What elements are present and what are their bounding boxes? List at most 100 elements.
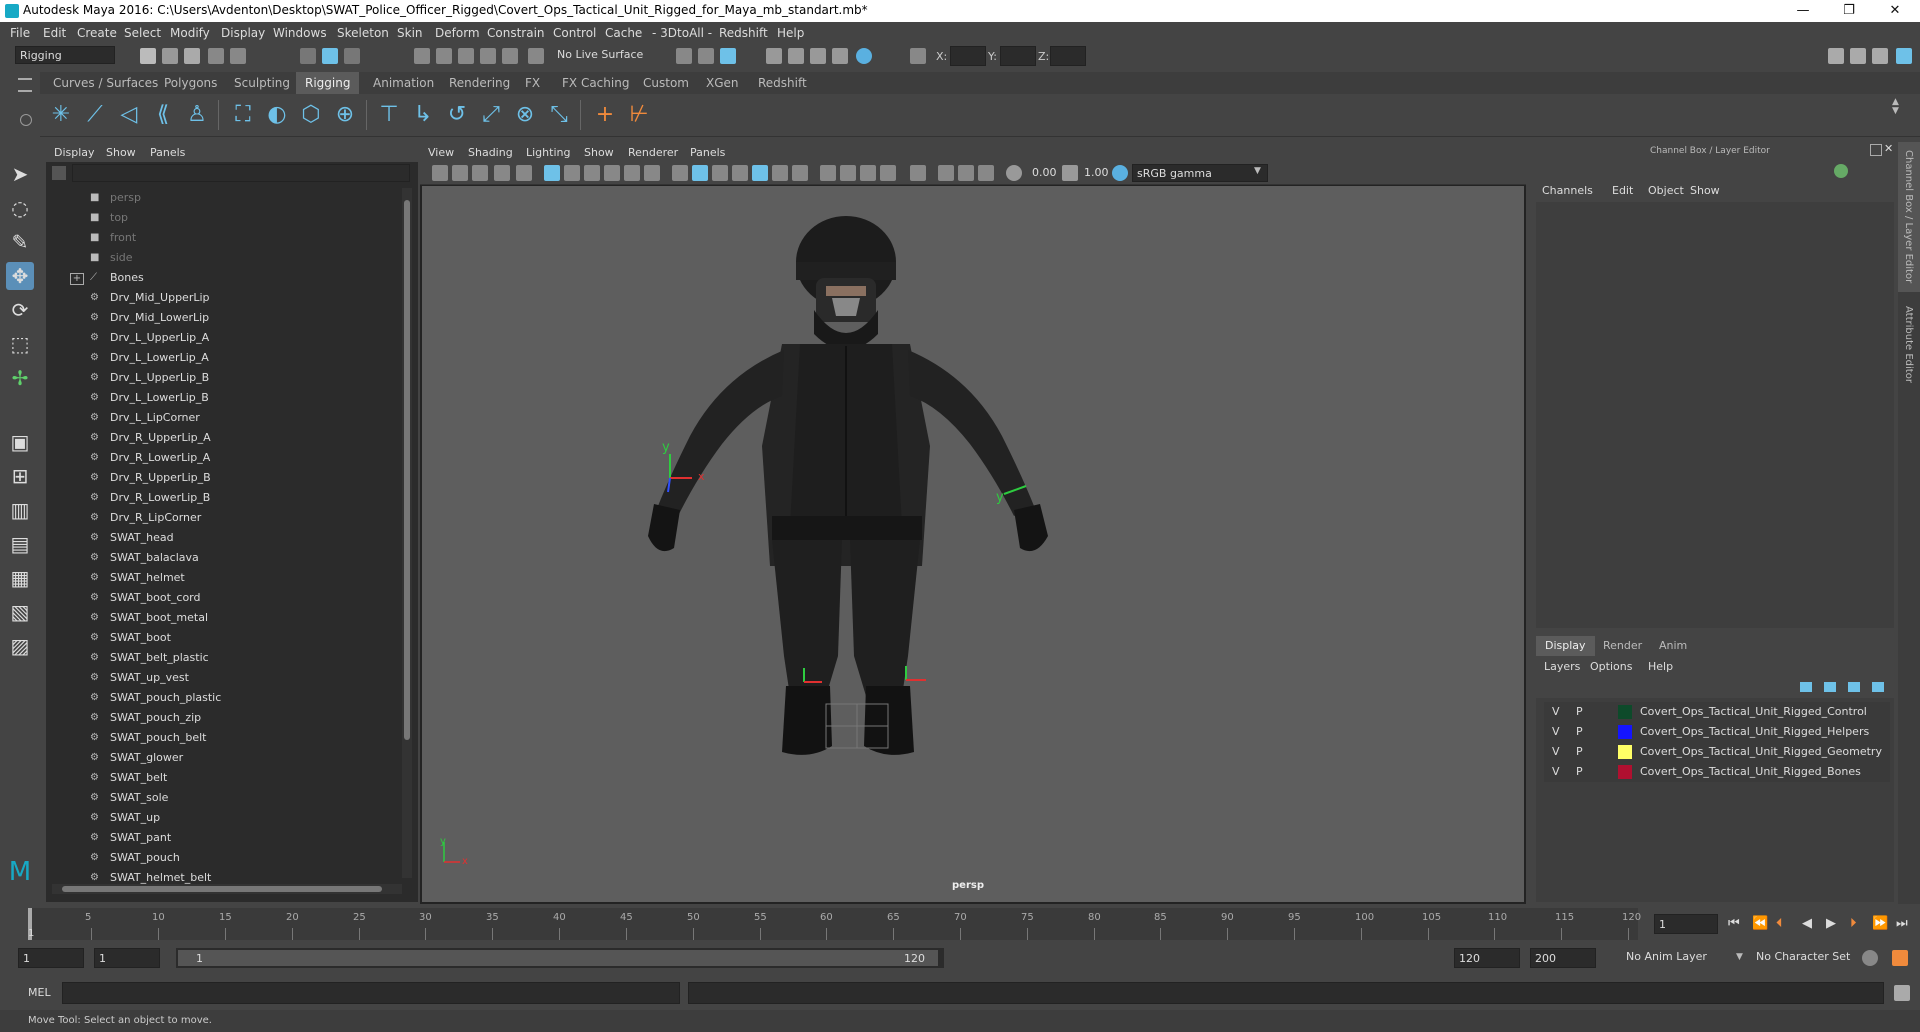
- ik-spline-icon[interactable]: ◁: [116, 102, 142, 128]
- outliner-menu-display[interactable]: Display: [54, 146, 95, 159]
- outliner-item[interactable]: ⚙ SWAT_sole: [46, 788, 401, 808]
- shelf-menu-icon[interactable]: [18, 78, 32, 92]
- character-set-dropdown[interactable]: No Character Set: [1752, 948, 1878, 968]
- field-chart-icon[interactable]: [624, 165, 640, 181]
- anim-layer-dropdown[interactable]: No Anim Layer: [1622, 948, 1748, 968]
- outliner-item[interactable]: ⚙ SWAT_head: [46, 528, 401, 548]
- use-default-material-icon[interactable]: [712, 165, 728, 181]
- go-to-end-icon[interactable]: ⏭: [1896, 916, 1908, 931]
- menu-windows[interactable]: Windows: [273, 26, 327, 40]
- ik-handle-icon[interactable]: ⟋: [82, 102, 108, 128]
- tab-animation[interactable]: Animation: [364, 72, 443, 94]
- bind-skin-icon[interactable]: ⛶: [230, 102, 256, 128]
- menu-3dtoall[interactable]: - 3DtoAll -: [652, 26, 712, 40]
- tab-redshift[interactable]: Redshift: [749, 72, 816, 94]
- viewport-menu-panels[interactable]: Panels: [690, 146, 725, 159]
- motion-blur-icon[interactable]: [840, 165, 856, 181]
- outliner-item[interactable]: + ⟋ Bones: [46, 268, 401, 288]
- tab-rigging[interactable]: Rigging: [296, 72, 360, 94]
- outliner-item[interactable]: ■ side: [46, 248, 401, 268]
- bookmark-icon[interactable]: [472, 165, 488, 181]
- step-forward-icon[interactable]: ⏩: [1872, 916, 1888, 931]
- viewport-canvas[interactable]: y x y y x persp: [422, 186, 1524, 902]
- joint-tool-icon[interactable]: ✳: [48, 102, 74, 128]
- outliner-item[interactable]: ⚙ Drv_Mid_UpperLip: [46, 288, 401, 308]
- xray-joints-icon[interactable]: [958, 165, 974, 181]
- select-tool-icon[interactable]: ➤: [6, 160, 34, 188]
- outliner-item[interactable]: ⚙ SWAT_pouch_belt: [46, 728, 401, 748]
- snap-surface-icon[interactable]: [502, 48, 518, 64]
- safe-action-icon[interactable]: [644, 165, 660, 181]
- outliner-item[interactable]: ⚙ Drv_L_LowerLip_B: [46, 388, 401, 408]
- step-forward-key-icon[interactable]: ⏵: [1850, 916, 1857, 931]
- float-panel-icon[interactable]: [1870, 144, 1882, 156]
- smooth-shade-icon[interactable]: [692, 165, 708, 181]
- graph-layout-icon[interactable]: ▦: [6, 564, 34, 592]
- close-panel-icon[interactable]: ✕: [1884, 142, 1893, 155]
- outliner-item[interactable]: ■ front: [46, 228, 401, 248]
- layer-color-swatch[interactable]: [1618, 765, 1632, 779]
- auto-key-icon[interactable]: [1862, 950, 1878, 966]
- outliner-item[interactable]: ■ top: [46, 208, 401, 228]
- scale-constraint-icon[interactable]: ⤢: [478, 102, 504, 128]
- snap-view-icon[interactable]: [480, 48, 496, 64]
- menuset-dropdown[interactable]: Rigging: [15, 46, 115, 64]
- step-back-key-icon[interactable]: ⏴: [1776, 916, 1783, 931]
- outliner-scrollbar[interactable]: [402, 188, 412, 878]
- menu-cache[interactable]: Cache: [605, 26, 642, 40]
- exposure-icon[interactable]: [1006, 165, 1022, 181]
- playback-end-field[interactable]: 120: [1454, 948, 1520, 968]
- menu-modify[interactable]: Modify: [170, 26, 210, 40]
- input-ops-icon[interactable]: [676, 48, 692, 64]
- humanik-icon[interactable]: ♙: [184, 102, 210, 128]
- menu-constrain[interactable]: Constrain: [487, 26, 545, 40]
- viewport-menu-view[interactable]: View: [428, 146, 454, 159]
- layer-color-swatch[interactable]: [1618, 745, 1632, 759]
- single-pane-layout-icon[interactable]: ▣: [6, 428, 34, 456]
- new-layer-icon[interactable]: [1848, 682, 1860, 692]
- current-frame-field[interactable]: 1: [1654, 914, 1718, 934]
- resolution-gate-icon[interactable]: [584, 165, 600, 181]
- mirror-joint-icon[interactable]: ⟪: [150, 102, 176, 128]
- new-layer-selected-icon[interactable]: [1872, 682, 1884, 692]
- isolate-select-icon[interactable]: [910, 165, 926, 181]
- outliner-item[interactable]: ⚙ Drv_L_LowerLip_A: [46, 348, 401, 368]
- channel-box-area[interactable]: [1536, 202, 1894, 628]
- paint-weights-icon[interactable]: ◐: [264, 102, 290, 128]
- textured-icon[interactable]: [752, 165, 768, 181]
- locator-icon[interactable]: +: [592, 102, 618, 128]
- cluster-icon[interactable]: ⊕: [332, 102, 358, 128]
- side-by-side-layout-icon[interactable]: ▥: [6, 496, 34, 524]
- move-tool-icon[interactable]: ✥: [6, 262, 34, 290]
- minimize-button[interactable]: —: [1780, 1, 1826, 21]
- range-slider-handle[interactable]: [178, 950, 938, 966]
- layer-menu-layers[interactable]: Layers: [1544, 660, 1580, 673]
- depth-of-field-icon[interactable]: [880, 165, 896, 181]
- tool-settings-toggle-icon[interactable]: [1872, 48, 1888, 64]
- outliner-item[interactable]: ⚙ SWAT_glower: [46, 748, 401, 768]
- point-constraint-icon[interactable]: ↳: [410, 102, 436, 128]
- layer-tab-display[interactable]: Display: [1536, 636, 1595, 656]
- menu-deform[interactable]: Deform: [435, 26, 480, 40]
- custom-layout-icon[interactable]: ▨: [6, 632, 34, 660]
- tab-polygons[interactable]: Polygons: [155, 72, 226, 94]
- outliner-item[interactable]: ⚙ SWAT_boot: [46, 628, 401, 648]
- outliner-item[interactable]: ⚙ Drv_R_LowerLip_A: [46, 448, 401, 468]
- live-surface-icon[interactable]: [528, 48, 544, 64]
- mel-label[interactable]: MEL: [28, 986, 51, 999]
- layer-tab-anim[interactable]: Anim: [1650, 636, 1696, 656]
- save-scene-icon[interactable]: [184, 48, 200, 64]
- outliner-item[interactable]: ⚙ SWAT_belt: [46, 768, 401, 788]
- render-frame-icon[interactable]: [766, 48, 782, 64]
- side-tab-attribute-editor[interactable]: Attribute Editor: [1898, 302, 1920, 402]
- modeling-toolkit-icon[interactable]: [1828, 48, 1844, 64]
- outliner-menu-show[interactable]: Show: [106, 146, 136, 159]
- channel-menu-object[interactable]: Object: [1648, 184, 1684, 197]
- last-tool-icon[interactable]: ✢: [6, 364, 34, 392]
- outliner-item[interactable]: ⚙ SWAT_up_vest: [46, 668, 401, 688]
- layer-visibility-toggle[interactable]: V: [1552, 702, 1560, 722]
- hypershade-icon[interactable]: [832, 48, 848, 64]
- layer-row[interactable]: V P Covert_Ops_Tactical_Unit_Rigged_Help…: [1544, 722, 1890, 742]
- close-button[interactable]: ✕: [1872, 1, 1918, 21]
- menu-skin[interactable]: Skin: [397, 26, 423, 40]
